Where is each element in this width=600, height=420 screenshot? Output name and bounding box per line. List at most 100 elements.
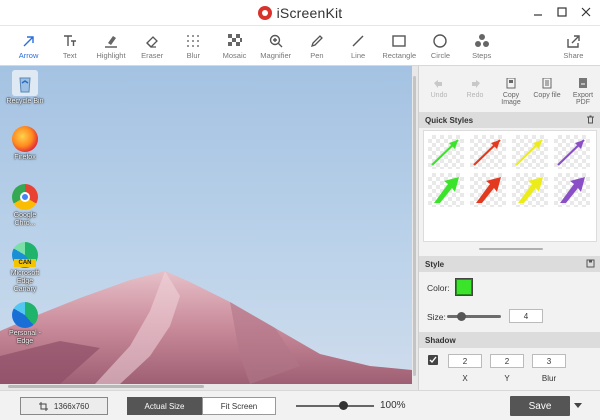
- desktop-wallpaper: [0, 66, 412, 384]
- properties-panel: Undo Redo Copy Image Copy file Export PD…: [418, 66, 600, 390]
- fit-screen-button[interactable]: Fit Screen: [202, 397, 276, 415]
- undo-label: Undo: [430, 92, 448, 99]
- desktop-icon-label: Google Chro...: [13, 212, 37, 227]
- export-pdf-button[interactable]: Export PDF: [565, 66, 600, 110]
- bottom-bar: 1366x760 Actual Size Fit Screen 100% Sav…: [0, 390, 600, 420]
- circle-icon: [433, 33, 448, 48]
- desktop-icon-label: Firefox: [14, 154, 36, 161]
- edit-actions: Undo Redo Copy Image Copy file Export PD…: [419, 66, 600, 110]
- quick-style-yellow-bold[interactable]: [512, 173, 548, 207]
- green-arrow-icon: [431, 139, 459, 166]
- size-slider-handle[interactable]: [456, 312, 466, 321]
- quick-style-purple-thin[interactable]: [554, 135, 590, 169]
- zoom-slider-handle[interactable]: [338, 401, 348, 410]
- edge-icon: [12, 302, 38, 328]
- scrollbar-thumb[interactable]: [413, 76, 416, 376]
- copy-image-button[interactable]: Copy Image: [493, 66, 529, 110]
- magnifier-icon: [269, 34, 283, 47]
- scrollbar-thumb[interactable]: [8, 385, 204, 388]
- canary-badge: CAN: [14, 259, 36, 267]
- quick-style-green-thin[interactable]: [428, 135, 464, 169]
- shadow-blur-input[interactable]: 3: [532, 354, 566, 368]
- title-bar: iScreenKit: [0, 0, 600, 26]
- quick-style-red-thin[interactable]: [470, 135, 506, 169]
- maximize-icon[interactable]: [554, 4, 570, 20]
- quick-styles-scrollbar[interactable]: [479, 248, 543, 250]
- shadow-y-input[interactable]: 2: [490, 354, 524, 368]
- copy-file-icon: [542, 78, 552, 89]
- tool-blur[interactable]: Blur: [173, 26, 214, 66]
- save-button[interactable]: Save: [510, 396, 570, 416]
- export-pdf-label: Export PDF: [572, 92, 594, 106]
- save-options-button[interactable]: [572, 400, 584, 412]
- desktop-icon-edge[interactable]: Personal - Edge: [5, 302, 45, 346]
- tool-eraser[interactable]: Eraser: [132, 26, 173, 66]
- undo-button[interactable]: Undo: [421, 66, 457, 110]
- desktop-icon-edge-canary[interactable]: CAN Microsoft Edge Canary: [5, 242, 45, 294]
- edge-canary-icon: CAN: [12, 242, 38, 268]
- size-label: Size:: [427, 312, 446, 322]
- line-icon: [352, 35, 364, 46]
- desktop-icon-recycle-bin[interactable]: Recycle Bin: [5, 70, 45, 106]
- copy-file-button[interactable]: Copy file: [529, 66, 565, 110]
- pen-icon: [310, 34, 323, 47]
- quick-style-red-bold[interactable]: [470, 173, 506, 207]
- color-label: Color:: [427, 283, 450, 293]
- tool-share[interactable]: Share: [553, 26, 594, 66]
- tool-magnifier[interactable]: Magnifier: [255, 26, 296, 66]
- tool-circle-label: Circle: [430, 50, 451, 60]
- save-style-icon[interactable]: [586, 259, 595, 268]
- tool-rectangle-label: Rectangle: [382, 50, 417, 60]
- tool-mosaic[interactable]: Mosaic: [214, 26, 255, 66]
- chrome-icon: [12, 184, 38, 210]
- zoom-slider[interactable]: [296, 401, 374, 410]
- tool-circle[interactable]: Circle: [420, 26, 461, 66]
- firefox-icon: [12, 126, 38, 152]
- actual-size-button[interactable]: Actual Size: [127, 397, 202, 415]
- blur-icon: [187, 34, 200, 47]
- shadow-y-label: Y: [504, 374, 510, 383]
- desktop-icon-chrome[interactable]: Google Chro...: [5, 184, 45, 228]
- purple-bold-arrow-icon: [560, 177, 585, 203]
- tool-text[interactable]: Text: [49, 26, 90, 66]
- shadow-title: Shadow: [425, 335, 456, 345]
- size-input[interactable]: 4: [509, 309, 543, 323]
- tool-steps[interactable]: Steps: [461, 26, 502, 66]
- quick-style-yellow-thin[interactable]: [512, 135, 548, 169]
- tool-arrow-label: Arrow: [18, 50, 39, 60]
- highlight-icon: [104, 35, 117, 48]
- tool-pen[interactable]: Pen: [296, 26, 337, 66]
- tool-steps-label: Steps: [472, 50, 492, 60]
- quick-style-green-bold[interactable]: [428, 173, 464, 207]
- trash-icon[interactable]: [586, 115, 595, 124]
- color-picker[interactable]: [455, 278, 473, 296]
- redo-icon: [472, 80, 480, 88]
- tool-line-label: Line: [351, 50, 366, 60]
- tool-highlight[interactable]: Highlight: [90, 26, 131, 66]
- dimensions-button[interactable]: 1366x760: [20, 397, 108, 415]
- style-header: Style: [419, 256, 600, 272]
- shadow-x-input[interactable]: 2: [448, 354, 482, 368]
- recycle-bin-icon: [12, 70, 38, 96]
- share-icon: [567, 34, 581, 48]
- mosaic-icon: [227, 33, 242, 46]
- yellow-arrow-icon: [515, 139, 543, 166]
- quick-style-purple-bold[interactable]: [554, 173, 590, 207]
- yellow-bold-arrow-icon: [518, 177, 543, 203]
- copy-image-icon: [506, 78, 516, 89]
- tool-arrow[interactable]: Arrow: [8, 26, 49, 66]
- desktop-icon-firefox[interactable]: Firefox: [5, 126, 45, 162]
- capture-canvas[interactable]: Recycle Bin Firefox Google Chro... CAN M…: [0, 66, 412, 384]
- red-arrow-icon: [473, 139, 501, 166]
- checkmark-icon: [429, 356, 437, 364]
- tool-magnifier-label: Magnifier: [260, 50, 292, 60]
- crop-icon: [38, 401, 48, 411]
- redo-button[interactable]: Redo: [457, 66, 493, 110]
- minimize-icon[interactable]: [530, 4, 546, 20]
- close-icon[interactable]: [578, 4, 594, 20]
- shadow-checkbox[interactable]: [428, 355, 438, 365]
- shadow-header: Shadow: [419, 332, 600, 348]
- tool-line[interactable]: Line: [338, 26, 379, 66]
- tool-rectangle[interactable]: Rectangle: [379, 26, 420, 66]
- size-slider[interactable]: [447, 312, 501, 321]
